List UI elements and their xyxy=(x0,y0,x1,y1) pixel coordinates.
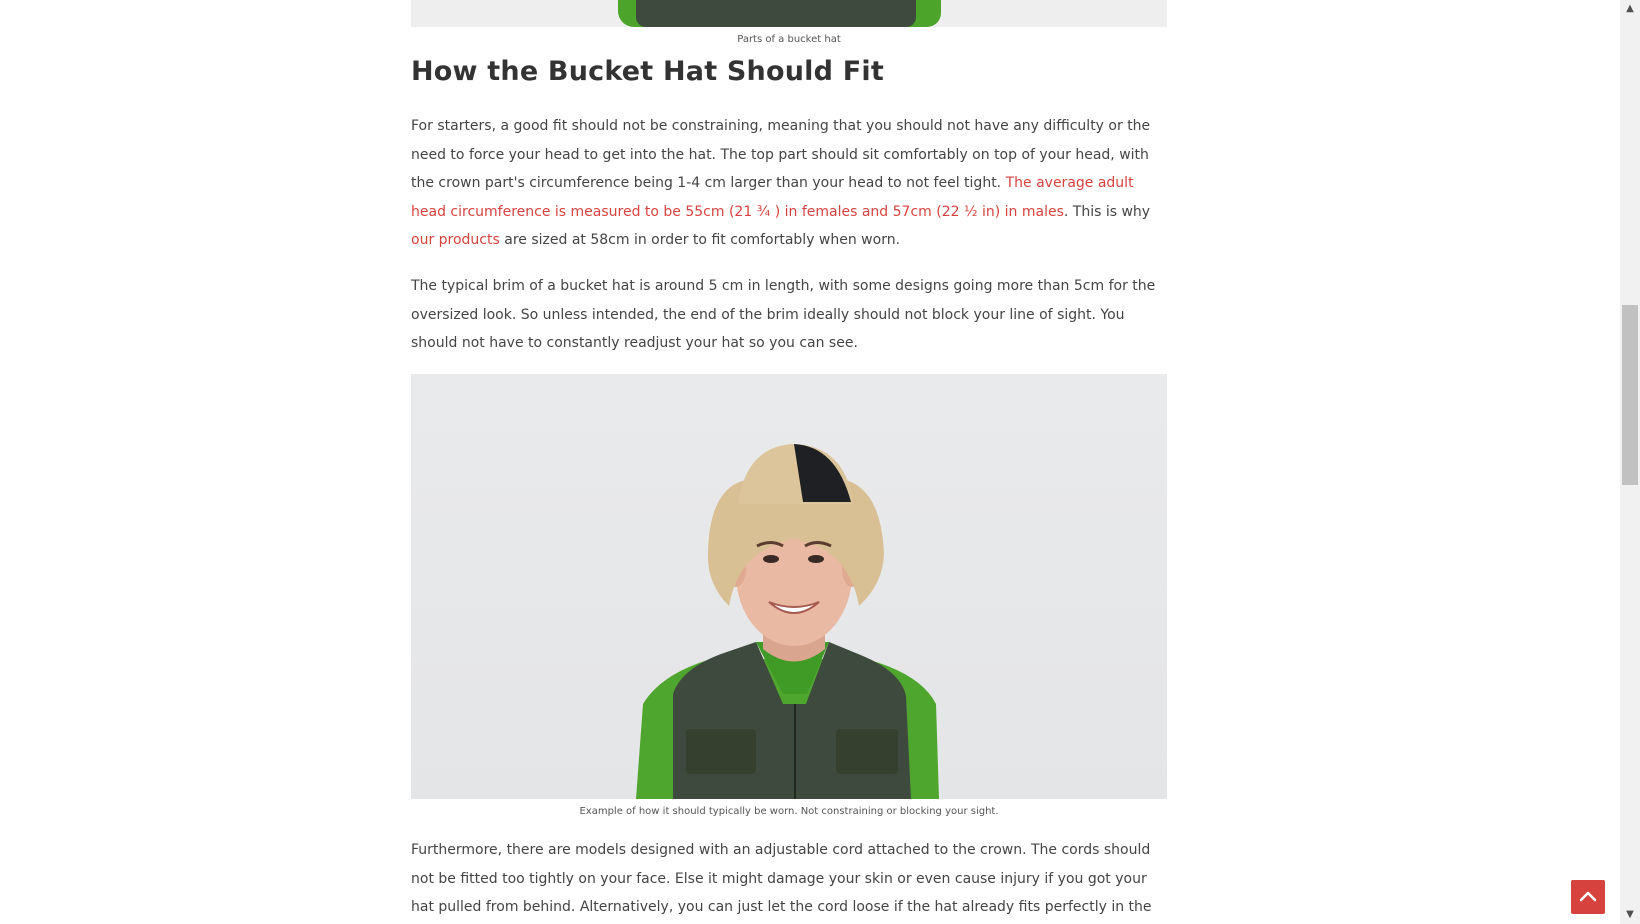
chevron-up-icon[interactable]: ▲ xyxy=(1620,0,1640,18)
image-caption: Parts of a bucket hat xyxy=(737,34,841,45)
our-products-link[interactable]: our products xyxy=(411,232,500,248)
image-detail xyxy=(636,0,916,27)
photo-caption: Example of how it should typically be wo… xyxy=(579,806,999,817)
bucket-hat-worn-illustration xyxy=(636,444,939,799)
bucket-hat-worn-photo xyxy=(411,374,1167,799)
paragraph-text: are sized at 58cm in order to fit comfor… xyxy=(499,232,901,248)
back-to-top-button[interactable] xyxy=(1571,880,1605,914)
chevron-up-icon xyxy=(1579,891,1597,902)
page-viewport: Parts of a bucket hat How the Bucket Hat… xyxy=(0,0,1640,924)
paragraph-text: . This is why xyxy=(1063,203,1151,220)
scrollbar-thumb[interactable] xyxy=(1622,305,1638,485)
section-heading: How the Bucket Hat Should Fit xyxy=(411,56,884,87)
paragraph-fit-intro: For starters, a good fit should not be c… xyxy=(411,112,1167,255)
vertical-scrollbar[interactable]: ▲ ▼ xyxy=(1620,0,1640,924)
chevron-down-icon[interactable]: ▼ xyxy=(1620,906,1640,924)
paragraph-cord: Furthermore, there are models designed w… xyxy=(411,842,1152,915)
bucket-hat-parts-image xyxy=(411,0,1167,27)
paragraph-brim: The typical brim of a bucket hat is arou… xyxy=(411,278,1156,351)
